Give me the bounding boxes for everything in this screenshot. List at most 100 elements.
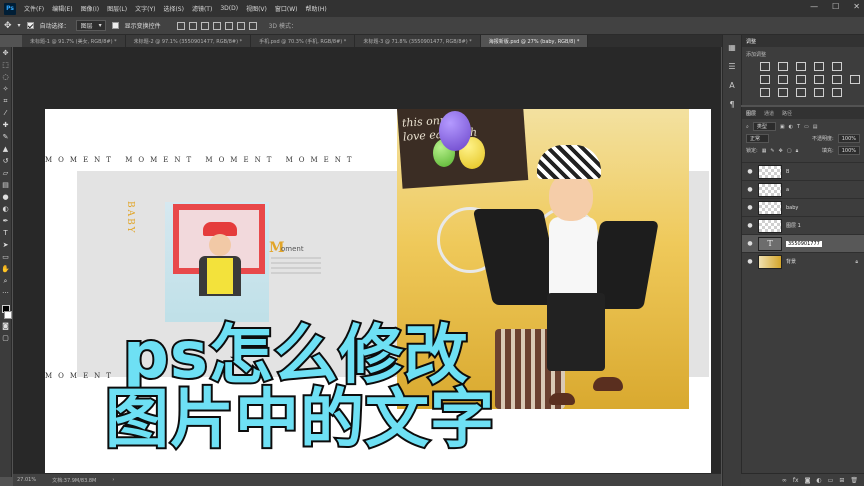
photo-filter-icon[interactable]	[814, 75, 824, 84]
rectangle-icon[interactable]: ▭	[1, 253, 10, 262]
kind-filter-dropdown[interactable]: 类型	[752, 122, 776, 131]
eye-icon[interactable]: ●	[746, 240, 754, 247]
maximize-icon[interactable]: ☐	[832, 2, 839, 11]
stamp-icon[interactable]: ▲	[1, 145, 10, 154]
status-arrow-icon[interactable]: ›	[112, 477, 114, 483]
levels-icon[interactable]	[778, 62, 788, 71]
more-tools-icon[interactable]: ···	[1, 289, 10, 298]
layer-row[interactable]: ● 图层 1	[742, 216, 864, 234]
distribute-icon[interactable]	[248, 21, 257, 30]
link-icon[interactable]: ∞	[782, 477, 787, 484]
path-select-icon[interactable]: ➤	[1, 241, 10, 250]
lock-artboard-icon[interactable]: ▢	[787, 148, 792, 154]
menu-filter[interactable]: 滤镜(T)	[188, 4, 216, 13]
selective-color-icon[interactable]	[832, 88, 842, 97]
layer-name[interactable]: 背景	[786, 258, 796, 265]
dodge-icon[interactable]: ◐	[1, 205, 10, 214]
history-brush-icon[interactable]: ↺	[1, 157, 10, 166]
brightness-icon[interactable]	[760, 62, 770, 71]
brush-icon[interactable]: ✎	[1, 133, 10, 142]
invert-icon[interactable]	[760, 88, 770, 97]
hue-sat-icon[interactable]	[760, 75, 770, 84]
blur-icon[interactable]: ●	[1, 193, 10, 202]
paragraph-icon[interactable]: ¶	[729, 100, 734, 109]
channel-mixer-icon[interactable]	[832, 75, 842, 84]
color-lookup-icon[interactable]	[850, 75, 860, 84]
tab-doc-1[interactable]: 未标题-1 @ 91.7% (美女, RGB/8#) *	[22, 35, 126, 47]
blend-mode-dropdown[interactable]: 正常	[746, 134, 770, 143]
lock-all-icon[interactable]: 🔒︎	[796, 148, 799, 154]
mask-icon[interactable]: ◙	[805, 477, 811, 484]
opacity-input[interactable]: 100%	[837, 134, 860, 143]
menu-help[interactable]: 帮助(H)	[302, 4, 331, 13]
menu-select[interactable]: 选择(S)	[159, 4, 188, 13]
vibrance-icon[interactable]	[832, 62, 842, 71]
menu-image[interactable]: 图像(I)	[77, 4, 103, 13]
menu-3d[interactable]: 3D(D)	[216, 5, 242, 12]
auto-select-checkbox[interactable]	[26, 22, 34, 29]
menu-edit[interactable]: 编辑(E)	[48, 4, 76, 13]
menu-window[interactable]: 窗口(W)	[271, 4, 302, 13]
properties-icon[interactable]: ☰	[728, 62, 735, 71]
layer-row[interactable]: ● a	[742, 180, 864, 198]
menu-file[interactable]: 文件(F)	[20, 4, 48, 13]
zoom-level[interactable]: 27.01%	[17, 477, 36, 483]
group-icon[interactable]: ▭	[828, 477, 834, 484]
minimize-icon[interactable]: —	[810, 2, 818, 11]
new-layer-icon[interactable]: ⊞	[839, 477, 844, 484]
adjustment-layer-icon[interactable]: ◐	[816, 477, 821, 484]
close-icon[interactable]: ✕	[853, 2, 860, 11]
eye-icon[interactable]: ●	[746, 186, 754, 193]
threshold-icon[interactable]	[796, 88, 806, 97]
fx-icon[interactable]: fx	[793, 477, 799, 484]
tab-doc-4[interactable]: 未标题-3 @ 71.8% (3550901477, RGB/8#) *	[355, 35, 481, 47]
menu-type[interactable]: 文字(Y)	[131, 4, 159, 13]
exposure-icon[interactable]	[814, 62, 824, 71]
tab-paths[interactable]: 路径	[782, 110, 792, 117]
filter-shape-icon[interactable]: ▭	[804, 124, 809, 130]
pen-icon[interactable]: ✒	[1, 217, 10, 226]
show-transform-checkbox[interactable]	[111, 22, 119, 29]
layer-row[interactable]: ● 背景 🔒︎	[742, 252, 864, 270]
screen-mode-icon[interactable]: ▢	[1, 334, 10, 343]
lasso-icon[interactable]: ◌	[1, 73, 10, 82]
layer-name[interactable]: B	[786, 169, 789, 175]
eye-icon[interactable]: ●	[746, 168, 754, 175]
align-right-icon[interactable]	[236, 21, 245, 30]
layer-name-edit-field[interactable]: 3550901777	[786, 240, 822, 247]
gradient-map-icon[interactable]	[814, 88, 824, 97]
background-color-swatch[interactable]	[3, 311, 12, 319]
marquee-icon[interactable]: ⬚	[1, 61, 10, 70]
black-white-icon[interactable]	[796, 75, 806, 84]
eye-icon[interactable]: ●	[746, 258, 754, 265]
move-icon[interactable]: ✥	[1, 49, 10, 58]
layer-row-selected[interactable]: ● T 3550901777	[742, 234, 864, 252]
canvas-area[interactable]: MOMENT MOMENT MOMENT MOMENT MOMENT BABY …	[13, 47, 721, 483]
eye-icon[interactable]: ●	[746, 222, 754, 229]
filter-pixel-icon[interactable]: ▣	[780, 124, 785, 130]
eye-icon[interactable]: ●	[746, 204, 754, 211]
color-balance-icon[interactable]	[778, 75, 788, 84]
crop-icon[interactable]: ⌗	[1, 97, 10, 106]
menu-layer[interactable]: 图层(L)	[103, 4, 131, 13]
curves-icon[interactable]	[796, 62, 806, 71]
type-tool-icon[interactable]: T	[1, 229, 10, 238]
quick-mask-icon[interactable]: ◙	[1, 322, 10, 331]
lock-pixels-icon[interactable]: ▦	[762, 148, 767, 154]
tab-adjustments[interactable]: 调整	[746, 38, 756, 45]
layer-name[interactable]: baby	[786, 205, 798, 211]
lock-brush-icon[interactable]: ✎	[770, 148, 774, 154]
gradient-icon[interactable]: ▤	[1, 181, 10, 190]
filter-smart-icon[interactable]: ▤	[813, 124, 818, 130]
tab-layers[interactable]: 图层	[746, 110, 756, 117]
tab-channels[interactable]: 通道	[764, 110, 774, 117]
tab-doc-2[interactable]: 未标题-2 @ 97.1% (3550901477, RGB/8#) *	[125, 35, 252, 47]
layer-row[interactable]: ● baby	[742, 198, 864, 216]
healing-icon[interactable]: ✚	[1, 121, 10, 130]
zoom-icon[interactable]: ⌕	[1, 277, 10, 286]
fill-input[interactable]: 100%	[837, 146, 860, 155]
character-icon[interactable]: A	[729, 81, 734, 90]
hand-icon[interactable]: ✋	[1, 265, 10, 274]
chevron-down-icon[interactable]: ▾	[18, 22, 21, 29]
trash-icon[interactable]: 🗑︎	[850, 477, 858, 484]
